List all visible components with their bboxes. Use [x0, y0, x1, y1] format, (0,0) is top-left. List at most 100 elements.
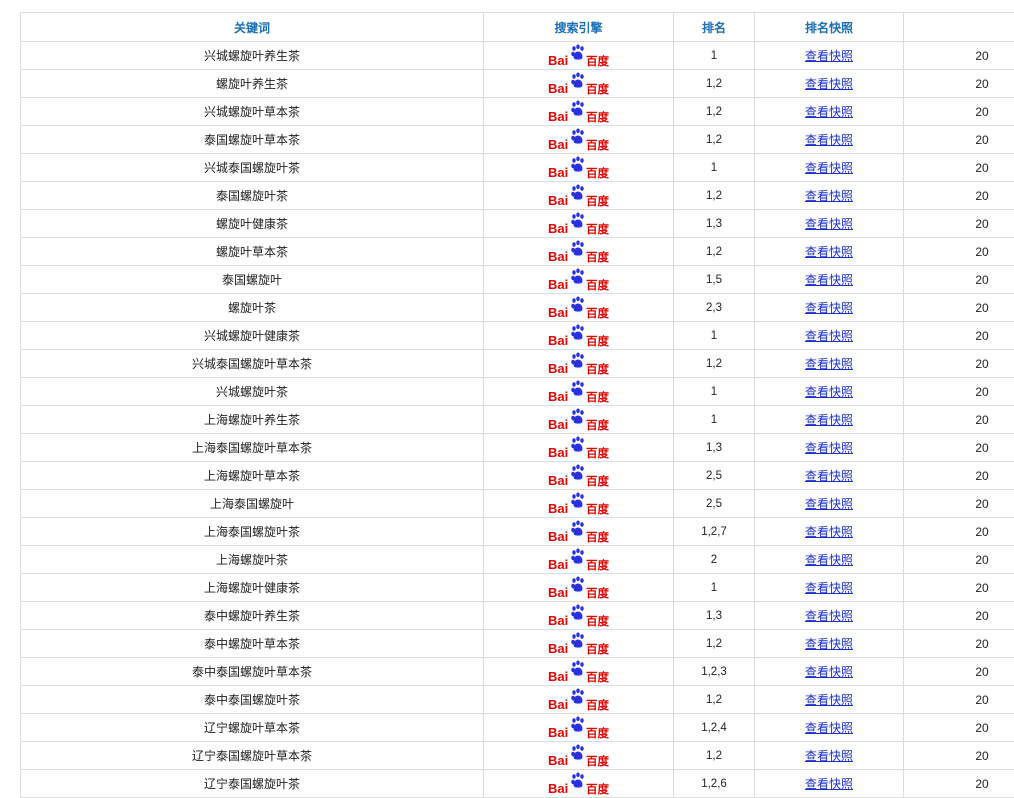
baidu-logo-icon: Bai 百度: [548, 604, 610, 628]
view-snapshot-link[interactable]: 查看快照: [805, 189, 853, 203]
view-snapshot-link[interactable]: 查看快照: [805, 217, 853, 231]
view-snapshot-link[interactable]: 查看快照: [805, 133, 853, 147]
table-row: 兴城螺旋叶茶 Bai 百度 1 查看快照 20: [21, 378, 1014, 406]
svg-text:Bai: Bai: [548, 697, 568, 712]
baidu-logo-icon: Bai 百度: [548, 576, 610, 600]
table-row: 上海螺旋叶茶 Bai 百度 2 查看快照 20: [21, 546, 1014, 574]
view-snapshot-link[interactable]: 查看快照: [805, 553, 853, 567]
baidu-logo: Bai 百度: [548, 604, 610, 628]
baidu-logo-icon: Bai 百度: [548, 688, 610, 712]
svg-text:Bai: Bai: [548, 781, 568, 796]
rank-cell: 1: [674, 42, 755, 70]
rank-cell: 2,5: [674, 462, 755, 490]
snapshot-cell: 查看快照: [755, 378, 904, 406]
rank-cell: 2,5: [674, 490, 755, 518]
view-snapshot-link[interactable]: 查看快照: [805, 77, 853, 91]
search-engine-cell: Bai 百度: [484, 98, 674, 126]
view-snapshot-link[interactable]: 查看快照: [805, 385, 853, 399]
svg-text:百度: 百度: [586, 250, 609, 264]
search-engine-cell: Bai 百度: [484, 182, 674, 210]
svg-text:百度: 百度: [586, 390, 609, 404]
view-snapshot-link[interactable]: 查看快照: [805, 581, 853, 595]
view-snapshot-link[interactable]: 查看快照: [805, 105, 853, 119]
baidu-logo: Bai 百度: [548, 436, 610, 460]
snapshot-cell: 查看快照: [755, 98, 904, 126]
snapshot-cell: 查看快照: [755, 266, 904, 294]
search-engine-cell: Bai 百度: [484, 42, 674, 70]
view-snapshot-link[interactable]: 查看快照: [805, 693, 853, 707]
svg-text:百度: 百度: [586, 558, 609, 572]
svg-text:百度: 百度: [586, 670, 609, 684]
svg-text:Bai: Bai: [548, 641, 568, 656]
header-rank-snapshot: 排名快照: [755, 13, 904, 42]
view-snapshot-link[interactable]: 查看快照: [805, 525, 853, 539]
snapshot-cell: 查看快照: [755, 350, 904, 378]
table-row: 上海螺旋叶养生茶 Bai 百度 1 查看快照 20: [21, 406, 1014, 434]
view-snapshot-link[interactable]: 查看快照: [805, 245, 853, 259]
rank-cell: 1,2,3: [674, 658, 755, 686]
search-engine-cell: Bai 百度: [484, 154, 674, 182]
table-row: 泰国螺旋叶草本茶 Bai 百度 1,2 查看快照 20: [21, 126, 1014, 154]
ranking-table-container: 关键词 搜索引擎 排名 排名快照 兴城螺旋叶养生茶 Bai: [20, 12, 1014, 798]
search-engine-cell: Bai 百度: [484, 714, 674, 742]
svg-text:Bai: Bai: [548, 165, 568, 180]
keyword-cell: 兴城螺旋叶养生茶: [21, 42, 484, 70]
keyword-cell: 泰中泰国螺旋叶草本茶: [21, 658, 484, 686]
svg-text:百度: 百度: [586, 278, 609, 292]
rank-cell: 1,5: [674, 266, 755, 294]
view-snapshot-link[interactable]: 查看快照: [805, 161, 853, 175]
date-cell: 20: [904, 574, 1014, 602]
snapshot-cell: 查看快照: [755, 630, 904, 658]
keyword-cell: 泰国螺旋叶: [21, 266, 484, 294]
search-engine-cell: Bai 百度: [484, 434, 674, 462]
baidu-logo-icon: Bai 百度: [548, 632, 610, 656]
date-cell: 20: [904, 462, 1014, 490]
baidu-logo: Bai 百度: [548, 156, 610, 180]
view-snapshot-link[interactable]: 查看快照: [805, 637, 853, 651]
view-snapshot-link[interactable]: 查看快照: [805, 469, 853, 483]
view-snapshot-link[interactable]: 查看快照: [805, 497, 853, 511]
svg-text:百度: 百度: [586, 586, 609, 600]
search-engine-cell: Bai 百度: [484, 658, 674, 686]
baidu-logo: Bai 百度: [548, 492, 610, 516]
view-snapshot-link[interactable]: 查看快照: [805, 665, 853, 679]
date-cell: 20: [904, 42, 1014, 70]
snapshot-cell: 查看快照: [755, 742, 904, 770]
view-snapshot-link[interactable]: 查看快照: [805, 273, 853, 287]
rank-cell: 1,2: [674, 126, 755, 154]
table-row: 上海螺旋叶健康茶 Bai 百度 1 查看快照 20: [21, 574, 1014, 602]
rank-cell: 1,2: [674, 238, 755, 266]
keyword-cell: 兴城泰国螺旋叶草本茶: [21, 350, 484, 378]
view-snapshot-link[interactable]: 查看快照: [805, 49, 853, 63]
baidu-logo-icon: Bai 百度: [548, 464, 610, 488]
view-snapshot-link[interactable]: 查看快照: [805, 777, 853, 791]
view-snapshot-link[interactable]: 查看快照: [805, 749, 853, 763]
svg-text:百度: 百度: [586, 138, 609, 152]
view-snapshot-link[interactable]: 查看快照: [805, 329, 853, 343]
snapshot-cell: 查看快照: [755, 714, 904, 742]
table-row: 上海螺旋叶草本茶 Bai 百度 2,5 查看快照 20: [21, 462, 1014, 490]
header-keyword: 关键词: [21, 13, 484, 42]
view-snapshot-link[interactable]: 查看快照: [805, 413, 853, 427]
table-header-row: 关键词 搜索引擎 排名 排名快照: [21, 13, 1014, 42]
table-body: 兴城螺旋叶养生茶 Bai 百度 1 查看快照 20 螺旋: [21, 42, 1014, 798]
table-row: 泰中泰国螺旋叶茶 Bai 百度 1,2 查看快照 20: [21, 686, 1014, 714]
view-snapshot-link[interactable]: 查看快照: [805, 301, 853, 315]
view-snapshot-link[interactable]: 查看快照: [805, 609, 853, 623]
baidu-logo: Bai 百度: [548, 128, 610, 152]
keyword-cell: 兴城螺旋叶草本茶: [21, 98, 484, 126]
svg-text:Bai: Bai: [548, 669, 568, 684]
svg-text:百度: 百度: [586, 530, 609, 544]
keyword-cell: 泰国螺旋叶草本茶: [21, 126, 484, 154]
date-cell: 20: [904, 490, 1014, 518]
svg-text:Bai: Bai: [548, 725, 568, 740]
svg-text:Bai: Bai: [548, 529, 568, 544]
view-snapshot-link[interactable]: 查看快照: [805, 441, 853, 455]
view-snapshot-link[interactable]: 查看快照: [805, 721, 853, 735]
date-cell: 20: [904, 322, 1014, 350]
baidu-logo-icon: Bai 百度: [548, 408, 610, 432]
svg-text:Bai: Bai: [548, 109, 568, 124]
view-snapshot-link[interactable]: 查看快照: [805, 357, 853, 371]
rank-cell: 1,3: [674, 602, 755, 630]
baidu-logo-icon: Bai 百度: [548, 660, 610, 684]
